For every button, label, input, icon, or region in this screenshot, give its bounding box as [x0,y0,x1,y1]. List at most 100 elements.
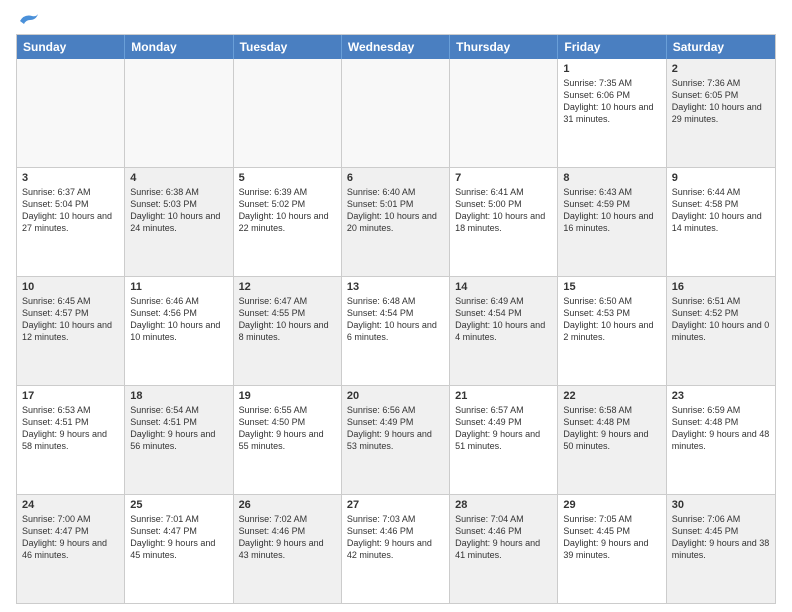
calendar-cell-empty-0-0 [17,59,125,167]
day-number: 2 [672,63,770,75]
day-number: 7 [455,172,552,184]
calendar-cell-day-18: 18 Sunrise: 6:54 AM Sunset: 4:51 PM Dayli… [125,386,233,494]
calendar-cell-day-10: 10 Sunrise: 6:45 AM Sunset: 4:57 PM Dayli… [17,277,125,385]
day-number: 8 [563,172,660,184]
calendar-cell-day-13: 13 Sunrise: 6:48 AM Sunset: 4:54 PM Dayli… [342,277,450,385]
calendar-cell-day-11: 11 Sunrise: 6:46 AM Sunset: 4:56 PM Dayli… [125,277,233,385]
calendar-cell-day-4: 4Sunrise: 6:38 AM Sunset: 5:03 PM Daylig… [125,168,233,276]
day-number: 25 [130,499,227,511]
calendar-cell-empty-0-1 [125,59,233,167]
calendar-cell-day-17: 17Sunrise: 6:53 AM Sunset: 4:51 PM Dayli… [17,386,125,494]
cell-info: Sunrise: 6:48 AM Sunset: 4:54 PM Dayligh… [347,295,444,344]
day-number: 4 [130,172,227,184]
day-number: 9 [672,172,770,184]
calendar-cell-day-12: 12 Sunrise: 6:47 AM Sunset: 4:55 PM Dayli… [234,277,342,385]
cell-info: Sunrise: 7:03 AM Sunset: 4:46 PM Dayligh… [347,513,444,562]
day-number: 5 [239,172,336,184]
cell-info: Sunrise: 6:43 AM Sunset: 4:59 PM Dayligh… [563,186,660,235]
calendar-row-0: 1 Sunrise: 7:35 AM Sunset: 6:06 PM Daylig… [17,59,775,167]
cell-info: Sunrise: 6:39 AM Sunset: 5:02 PM Dayligh… [239,186,336,235]
cell-info: Sunrise: 6:37 AM Sunset: 5:04 PM Dayligh… [22,186,119,235]
day-number: 3 [22,172,119,184]
header [16,12,776,26]
cell-info: Sunrise: 7:00 AM Sunset: 4:47 PM Dayligh… [22,513,119,562]
page: SundayMondayTuesdayWednesdayThursdayFrid… [0,0,792,612]
day-number: 13 [347,281,444,293]
cell-info: Sunrise: 6:55 AM Sunset: 4:50 PM Dayligh… [239,404,336,453]
day-number: 28 [455,499,552,511]
day-number: 6 [347,172,444,184]
cell-info: Sunrise: 7:04 AM Sunset: 4:46 PM Dayligh… [455,513,552,562]
cell-info: Sunrise: 6:58 AM Sunset: 4:48 PM Dayligh… [563,404,660,453]
cell-info: Sunrise: 6:59 AM Sunset: 4:48 PM Dayligh… [672,404,770,453]
day-number: 23 [672,390,770,402]
cell-info: Sunrise: 6:46 AM Sunset: 4:56 PM Dayligh… [130,295,227,344]
cell-info: Sunrise: 6:47 AM Sunset: 4:55 PM Dayligh… [239,295,336,344]
cell-info: Sunrise: 6:57 AM Sunset: 4:49 PM Dayligh… [455,404,552,453]
day-number: 16 [672,281,770,293]
calendar-cell-day-28: 28 Sunrise: 7:04 AM Sunset: 4:46 PM Dayli… [450,495,558,603]
cell-info: Sunrise: 6:56 AM Sunset: 4:49 PM Dayligh… [347,404,444,453]
cell-info: Sunrise: 6:40 AM Sunset: 5:01 PM Dayligh… [347,186,444,235]
day-number: 22 [563,390,660,402]
calendar-cell-day-9: 9 Sunrise: 6:44 AM Sunset: 4:58 PM Daylig… [667,168,775,276]
calendar-cell-day-20: 20 Sunrise: 6:56 AM Sunset: 4:49 PM Dayli… [342,386,450,494]
calendar-cell-day-5: 5 Sunrise: 6:39 AM Sunset: 5:02 PM Daylig… [234,168,342,276]
calendar-cell-day-29: 29 Sunrise: 7:05 AM Sunset: 4:45 PM Dayli… [558,495,666,603]
cell-info: Sunrise: 7:06 AM Sunset: 4:45 PM Dayligh… [672,513,770,562]
day-number: 26 [239,499,336,511]
cell-info: Sunrise: 7:02 AM Sunset: 4:46 PM Dayligh… [239,513,336,562]
cell-info: Sunrise: 6:44 AM Sunset: 4:58 PM Dayligh… [672,186,770,235]
logo-bird-icon [18,12,40,30]
calendar-cell-day-16: 16Sunrise: 6:51 AM Sunset: 4:52 PM Dayli… [667,277,775,385]
calendar-cell-empty-0-3 [342,59,450,167]
day-number: 30 [672,499,770,511]
cell-info: Sunrise: 6:41 AM Sunset: 5:00 PM Dayligh… [455,186,552,235]
calendar-cell-empty-0-2 [234,59,342,167]
day-number: 10 [22,281,119,293]
calendar-cell-day-30: 30 Sunrise: 7:06 AM Sunset: 4:45 PM Dayli… [667,495,775,603]
calendar-cell-day-25: 25 Sunrise: 7:01 AM Sunset: 4:47 PM Dayli… [125,495,233,603]
day-number: 24 [22,499,119,511]
calendar-cell-day-15: 15 Sunrise: 6:50 AM Sunset: 4:53 PM Dayli… [558,277,666,385]
weekday-header-thursday: Thursday [450,35,558,59]
day-number: 12 [239,281,336,293]
day-number: 27 [347,499,444,511]
cell-info: Sunrise: 6:50 AM Sunset: 4:53 PM Dayligh… [563,295,660,344]
weekday-header-friday: Friday [558,35,666,59]
weekday-header-tuesday: Tuesday [234,35,342,59]
day-number: 20 [347,390,444,402]
weekday-header-wednesday: Wednesday [342,35,450,59]
day-number: 1 [563,63,660,75]
calendar-cell-day-21: 21 Sunrise: 6:57 AM Sunset: 4:49 PM Dayli… [450,386,558,494]
cell-info: Sunrise: 6:45 AM Sunset: 4:57 PM Dayligh… [22,295,119,344]
calendar-cell-day-24: 24 Sunrise: 7:00 AM Sunset: 4:47 PM Dayli… [17,495,125,603]
day-number: 11 [130,281,227,293]
day-number: 21 [455,390,552,402]
day-number: 15 [563,281,660,293]
cell-info: Sunrise: 7:05 AM Sunset: 4:45 PM Dayligh… [563,513,660,562]
cell-info: Sunrise: 7:36 AM Sunset: 6:05 PM Dayligh… [672,77,770,126]
calendar-cell-empty-0-4 [450,59,558,167]
calendar-cell-day-27: 27 Sunrise: 7:03 AM Sunset: 4:46 PM Dayli… [342,495,450,603]
day-number: 18 [130,390,227,402]
weekday-header-sunday: Sunday [17,35,125,59]
day-number: 29 [563,499,660,511]
cell-info: Sunrise: 7:01 AM Sunset: 4:47 PM Dayligh… [130,513,227,562]
calendar-cell-day-2: 2 Sunrise: 7:36 AM Sunset: 6:05 PM Daylig… [667,59,775,167]
calendar-cell-day-22: 22 Sunrise: 6:58 AM Sunset: 4:48 PM Dayli… [558,386,666,494]
calendar-header: SundayMondayTuesdayWednesdayThursdayFrid… [17,35,775,59]
day-number: 17 [22,390,119,402]
calendar-cell-day-23: 23 Sunrise: 6:59 AM Sunset: 4:48 PM Dayli… [667,386,775,494]
logo [16,12,40,26]
calendar-cell-day-19: 19Sunrise: 6:55 AM Sunset: 4:50 PM Dayli… [234,386,342,494]
calendar-cell-day-26: 26 Sunrise: 7:02 AM Sunset: 4:46 PM Dayli… [234,495,342,603]
calendar-cell-day-7: 7 Sunrise: 6:41 AM Sunset: 5:00 PM Daylig… [450,168,558,276]
calendar-body: 1 Sunrise: 7:35 AM Sunset: 6:06 PM Daylig… [17,59,775,603]
cell-info: Sunrise: 6:54 AM Sunset: 4:51 PM Dayligh… [130,404,227,453]
cell-info: Sunrise: 7:35 AM Sunset: 6:06 PM Dayligh… [563,77,660,126]
cell-info: Sunrise: 6:49 AM Sunset: 4:54 PM Dayligh… [455,295,552,344]
calendar-cell-day-8: 8 Sunrise: 6:43 AM Sunset: 4:59 PM Daylig… [558,168,666,276]
calendar-cell-day-14: 14Sunrise: 6:49 AM Sunset: 4:54 PM Dayli… [450,277,558,385]
calendar: SundayMondayTuesdayWednesdayThursdayFrid… [16,34,776,604]
